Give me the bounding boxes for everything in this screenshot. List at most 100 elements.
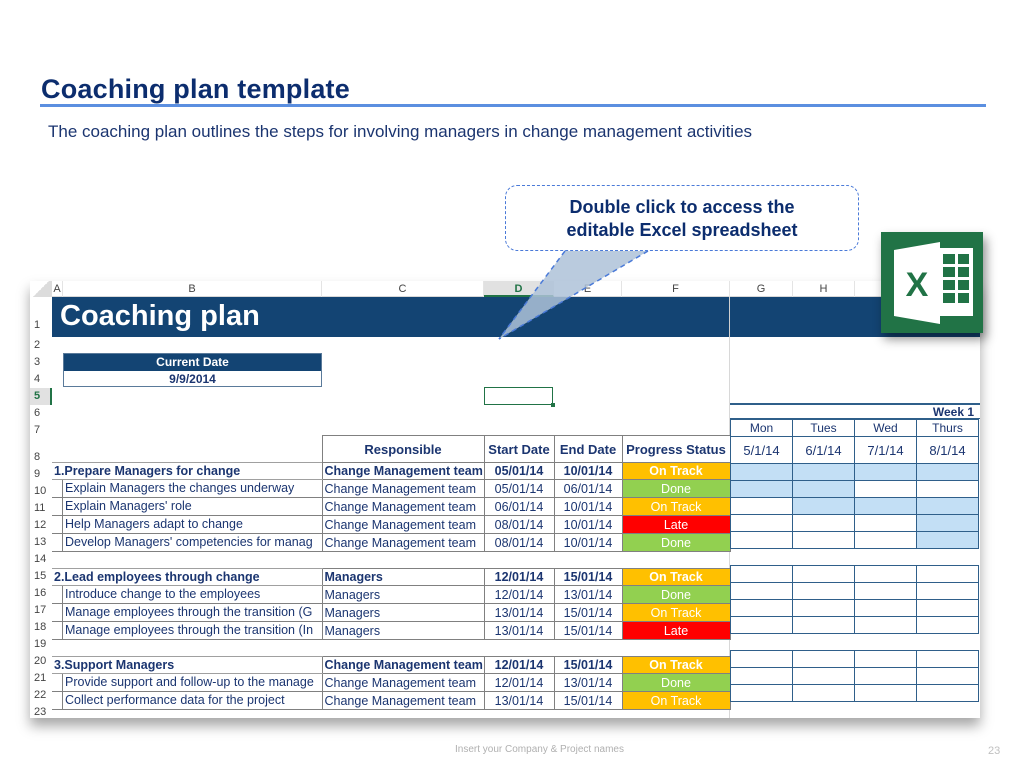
responsible-cell[interactable]: Change Management team	[321, 673, 485, 692]
status-badge[interactable]: Late	[621, 621, 731, 640]
end-date-cell[interactable]: 13/01/14	[553, 585, 623, 604]
status-badge[interactable]: Late	[621, 515, 731, 534]
empty-cell[interactable]	[554, 552, 622, 569]
start-date-cell[interactable]: 08/01/14	[483, 515, 555, 534]
gantt-cell-filled[interactable]	[792, 497, 855, 515]
row-header[interactable]: 21	[30, 670, 52, 687]
row-header[interactable]: 14	[30, 551, 52, 568]
gantt-cell-filled[interactable]	[854, 463, 917, 481]
row-header[interactable]: 7	[30, 422, 52, 439]
end-date-cell[interactable]: 10/01/14	[553, 533, 623, 552]
empty-cell[interactable]	[52, 710, 322, 719]
status-badge[interactable]: On Track	[621, 462, 731, 480]
responsible-cell[interactable]: Change Management team	[321, 515, 485, 534]
active-cell-d5[interactable]	[484, 387, 555, 407]
status-badge[interactable]: On Track	[621, 568, 731, 586]
row-header[interactable]: 6	[30, 405, 52, 422]
gantt-cell[interactable]	[792, 667, 855, 685]
gantt-cell[interactable]	[730, 565, 793, 583]
responsible-cell[interactable]: Managers	[321, 603, 485, 622]
gantt-cell[interactable]	[854, 565, 917, 583]
gantt-cell[interactable]	[855, 634, 917, 651]
empty-cell[interactable]	[554, 640, 622, 657]
gantt-cell[interactable]	[854, 650, 917, 668]
gantt-cell-filled[interactable]	[792, 480, 855, 498]
gantt-cell[interactable]	[793, 549, 855, 566]
row-header[interactable]: 19	[30, 636, 52, 653]
gantt-cell[interactable]	[916, 480, 979, 498]
gantt-cell-filled[interactable]	[916, 497, 979, 515]
status-badge[interactable]: Done	[621, 585, 731, 604]
excel-spreadsheet-embed[interactable]: A B C D E F G H 1 2 3 4 5 6 7 8 9 10 11 12 13 14 15 16 1…	[30, 281, 980, 718]
responsible-cell[interactable]: Change Management team	[321, 462, 485, 480]
gantt-cell[interactable]	[854, 480, 917, 498]
row-header[interactable]: 9	[30, 466, 52, 483]
status-badge[interactable]: On Track	[621, 656, 731, 674]
excel-icon[interactable]: X	[881, 232, 983, 333]
end-date-cell[interactable]: 15/01/14	[553, 691, 623, 710]
status-badge[interactable]: On Track	[621, 603, 731, 622]
start-date-cell[interactable]: 05/01/14	[483, 479, 555, 498]
row-header[interactable]: 3	[30, 354, 52, 371]
gantt-cell[interactable]	[916, 667, 979, 685]
task-cell[interactable]: Develop Managers' competencies for manag	[52, 533, 322, 552]
gantt-cell[interactable]	[916, 650, 979, 668]
row-header[interactable]: 1	[30, 297, 52, 337]
status-badge[interactable]: Done	[621, 533, 731, 552]
column-header-f[interactable]: F	[622, 281, 730, 297]
task-cell[interactable]: Collect performance data for the project	[52, 691, 322, 710]
row-header[interactable]: 8	[30, 439, 52, 466]
task-cell[interactable]: Manage employees through the transition …	[52, 621, 322, 640]
column-header-d[interactable]: D	[484, 281, 554, 297]
gantt-cell[interactable]	[793, 702, 855, 719]
end-date-cell[interactable]: 15/01/14	[553, 621, 623, 640]
row-header[interactable]: 17	[30, 602, 52, 619]
gantt-cell[interactable]	[854, 514, 917, 532]
gantt-cell[interactable]	[731, 549, 793, 566]
gantt-cell[interactable]	[730, 582, 793, 600]
end-date-cell[interactable]: 10/01/14	[553, 497, 623, 516]
responsible-cell[interactable]: Change Management team	[321, 691, 485, 710]
row-header[interactable]: 12	[30, 517, 52, 534]
responsible-cell[interactable]: Change Management team	[321, 656, 485, 674]
task-cell[interactable]: Explain Managers' role	[52, 497, 322, 516]
responsible-cell[interactable]: Change Management team	[321, 533, 485, 552]
gantt-cell[interactable]	[792, 650, 855, 668]
row-header[interactable]: 4	[30, 371, 52, 388]
task-cell[interactable]: Manage employees through the transition …	[52, 603, 322, 622]
start-date-cell[interactable]: 13/01/14	[483, 621, 555, 640]
responsible-cell[interactable]: Change Management team	[321, 497, 485, 516]
gantt-cell[interactable]	[731, 634, 793, 651]
end-date-cell[interactable]: 15/01/14	[553, 603, 623, 622]
start-date-cell[interactable]: 08/01/14	[483, 533, 555, 552]
start-date-cell[interactable]: 12/01/14	[483, 673, 555, 692]
empty-cell[interactable]	[322, 552, 484, 569]
gantt-cell[interactable]	[730, 616, 793, 634]
empty-cell[interactable]	[622, 710, 730, 719]
task-cell[interactable]: Explain Managers the changes underway	[52, 479, 322, 498]
empty-cell[interactable]	[484, 552, 554, 569]
task-cell[interactable]: Provide support and follow-up to the man…	[52, 673, 322, 692]
gantt-cell[interactable]	[854, 684, 917, 702]
status-badge[interactable]: On Track	[621, 497, 731, 516]
column-header-g[interactable]: G	[730, 281, 793, 297]
section-title[interactable]: 1.Prepare Managers for change	[52, 462, 322, 480]
gantt-cell[interactable]	[792, 599, 855, 617]
end-date-cell[interactable]: 06/01/14	[553, 479, 623, 498]
gantt-cell[interactable]	[792, 514, 855, 532]
gantt-cell[interactable]	[793, 634, 855, 651]
row-header[interactable]: 11	[30, 500, 52, 517]
gantt-cell[interactable]	[916, 599, 979, 617]
select-all-corner[interactable]	[30, 281, 52, 297]
row-header[interactable]: 5	[30, 388, 52, 405]
gantt-cell[interactable]	[917, 549, 979, 566]
gantt-cell[interactable]	[792, 531, 855, 549]
column-header-c[interactable]: C	[322, 281, 484, 297]
empty-cell[interactable]	[484, 640, 554, 657]
start-date-cell[interactable]: 13/01/14	[483, 603, 555, 622]
row-header[interactable]: 10	[30, 483, 52, 500]
row-header[interactable]: 16	[30, 585, 52, 602]
gantt-cell[interactable]	[730, 599, 793, 617]
gantt-cell[interactable]	[916, 582, 979, 600]
empty-cell[interactable]	[52, 640, 322, 657]
